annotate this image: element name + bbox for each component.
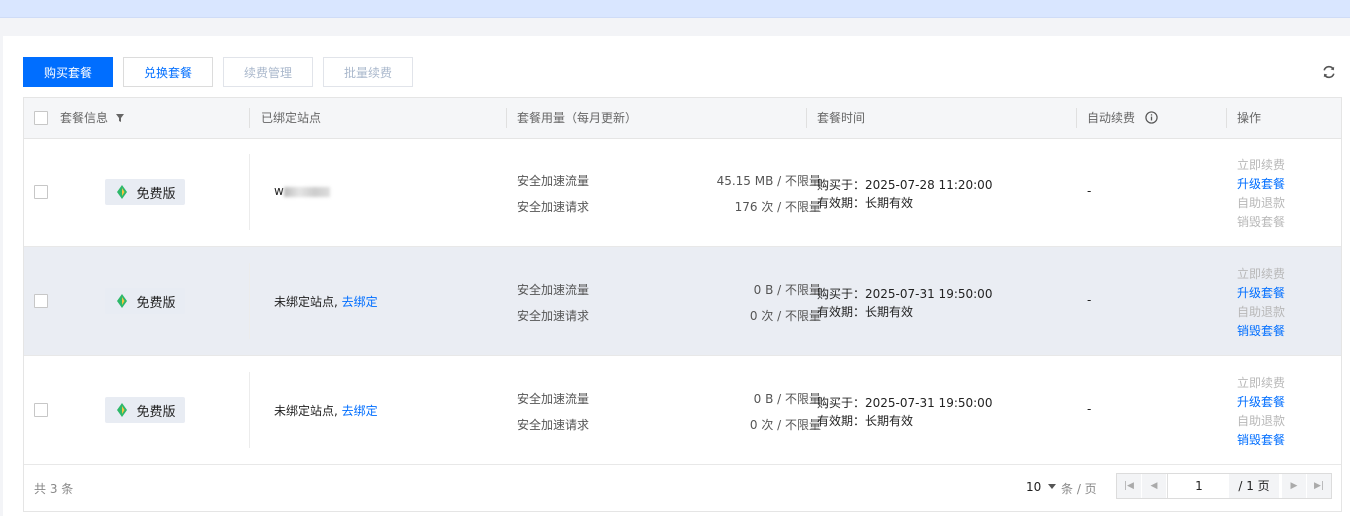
column-divider	[249, 372, 250, 448]
table-header: 套餐信息 已绑定站点 套餐用量（每月更新） 套餐时间 自动续费 操作	[24, 98, 1341, 139]
refresh-icon[interactable]	[1321, 64, 1337, 80]
self-refund-link[interactable]: 自助退款	[1237, 194, 1285, 211]
first-page-icon[interactable]: |◀	[1117, 474, 1141, 498]
plan-badge: 免费版	[105, 397, 185, 423]
column-divider	[249, 108, 250, 128]
total-pages: / 1 页	[1229, 474, 1279, 498]
traffic-label: 安全加速流量	[517, 392, 590, 406]
header-plan-info: 套餐信息	[60, 98, 125, 138]
page-size-select[interactable]: 10	[1026, 480, 1057, 494]
traffic-value: 0 B / 不限量	[753, 283, 821, 297]
batch-renew-button[interactable]: 批量续费	[323, 57, 413, 87]
renew-now-link[interactable]: 立即续费	[1237, 374, 1285, 391]
plan-badge: 免费版	[105, 179, 185, 205]
info-icon[interactable]	[1145, 111, 1158, 124]
edgeone-logo-icon	[117, 294, 128, 308]
row-checkbox[interactable]	[34, 403, 48, 417]
traffic-value: 0 B / 不限量	[753, 392, 821, 406]
upgrade-plan-link[interactable]: 升级套餐	[1237, 175, 1285, 192]
row-checkbox[interactable]	[34, 185, 48, 199]
bound-site: 未绑定站点, 去绑定	[274, 404, 378, 418]
requests-label: 安全加速请求	[517, 418, 590, 432]
column-divider	[1226, 108, 1227, 128]
requests-label: 安全加速请求	[517, 309, 590, 323]
validity: 有效期：长期有效	[817, 414, 914, 428]
renew-now-link[interactable]: 立即续费	[1237, 265, 1285, 282]
purchase-time: 购买于：2025-07-31 19:50:00	[817, 396, 993, 410]
traffic-label: 安全加速流量	[517, 283, 590, 297]
column-divider	[806, 108, 807, 128]
bind-site-link[interactable]: 去绑定	[342, 404, 378, 418]
destroy-plan-link[interactable]: 销毁套餐	[1237, 431, 1285, 448]
requests-label: 安全加速请求	[517, 200, 590, 214]
exchange-plan-button[interactable]: 兑换套餐	[123, 57, 213, 87]
plan-badge: 免费版	[105, 288, 185, 314]
column-divider	[1076, 108, 1077, 128]
edgeone-logo-icon	[117, 185, 128, 199]
self-refund-link[interactable]: 自助退款	[1237, 412, 1285, 429]
redacted-site	[283, 186, 330, 197]
pagination: |◀ ◀ 1 / 1 页 ▶ ▶|	[1116, 473, 1332, 499]
table-row: 免费版 w 安全加速流量 45.15 MB / 不限量 安全加速请求 176 次…	[24, 138, 1341, 247]
header-bound-site: 已绑定站点	[261, 111, 322, 125]
bound-site: 未绑定站点, 去绑定	[274, 295, 378, 309]
renew-manage-button[interactable]: 续费管理	[223, 57, 313, 87]
total-count: 共 3 条	[34, 482, 74, 496]
next-page-icon[interactable]: ▶	[1282, 474, 1306, 498]
column-divider	[249, 154, 250, 230]
bind-site-link[interactable]: 去绑定	[342, 295, 378, 309]
plans-table: 套餐信息 已绑定站点 套餐用量（每月更新） 套餐时间 自动续费 操作 免费版 w…	[23, 97, 1342, 512]
buy-plan-button[interactable]: 购买套餐	[23, 57, 113, 87]
purchase-time: 购买于：2025-07-28 11:20:00	[817, 178, 993, 192]
requests-value: 176 次 / 不限量	[734, 200, 821, 214]
auto-renew-value: -	[1087, 184, 1092, 198]
edgeone-logo-icon	[117, 403, 128, 417]
header-time: 套餐时间	[817, 111, 866, 125]
table-row: 免费版 未绑定站点, 去绑定 安全加速流量 0 B / 不限量 安全加速请求 0…	[24, 356, 1341, 465]
row-checkbox[interactable]	[34, 294, 48, 308]
top-banner	[0, 0, 1350, 18]
header-usage: 套餐用量（每月更新）	[517, 111, 638, 125]
destroy-plan-link[interactable]: 销毁套餐	[1237, 213, 1285, 230]
header-actions: 操作	[1237, 111, 1262, 125]
column-divider	[506, 108, 507, 128]
traffic-label: 安全加速流量	[517, 174, 590, 188]
table-row: 免费版 未绑定站点, 去绑定 安全加速流量 0 B / 不限量 安全加速请求 0…	[24, 247, 1341, 356]
auto-renew-value: -	[1087, 402, 1092, 416]
column-divider	[249, 263, 250, 339]
bound-site: w	[274, 184, 330, 198]
renew-now-link[interactable]: 立即续费	[1237, 156, 1285, 173]
last-page-icon[interactable]: ▶|	[1307, 474, 1331, 498]
requests-value: 0 次 / 不限量	[749, 418, 821, 432]
page-size-unit: 条 / 页	[1061, 482, 1097, 496]
purchase-time: 购买于：2025-07-31 19:50:00	[817, 287, 993, 301]
caret-down-icon	[1048, 484, 1057, 489]
self-refund-link[interactable]: 自助退款	[1237, 303, 1285, 320]
traffic-value: 45.15 MB / 不限量	[716, 174, 821, 188]
page-input[interactable]: 1	[1167, 474, 1231, 498]
select-all-checkbox[interactable]	[34, 111, 48, 125]
filter-icon[interactable]	[115, 113, 125, 123]
validity: 有效期：长期有效	[817, 305, 914, 319]
upgrade-plan-link[interactable]: 升级套餐	[1237, 284, 1285, 301]
validity: 有效期：长期有效	[817, 196, 914, 210]
requests-value: 0 次 / 不限量	[749, 309, 821, 323]
header-auto-renew: 自动续费	[1087, 98, 1158, 138]
prev-page-icon[interactable]: ◀	[1142, 474, 1166, 498]
destroy-plan-link[interactable]: 销毁套餐	[1237, 322, 1285, 339]
table-footer: 共 3 条 10 条 / 页 |◀ ◀ 1 / 1 页 ▶ ▶|	[24, 464, 1341, 511]
upgrade-plan-link[interactable]: 升级套餐	[1237, 393, 1285, 410]
auto-renew-value: -	[1087, 293, 1092, 307]
